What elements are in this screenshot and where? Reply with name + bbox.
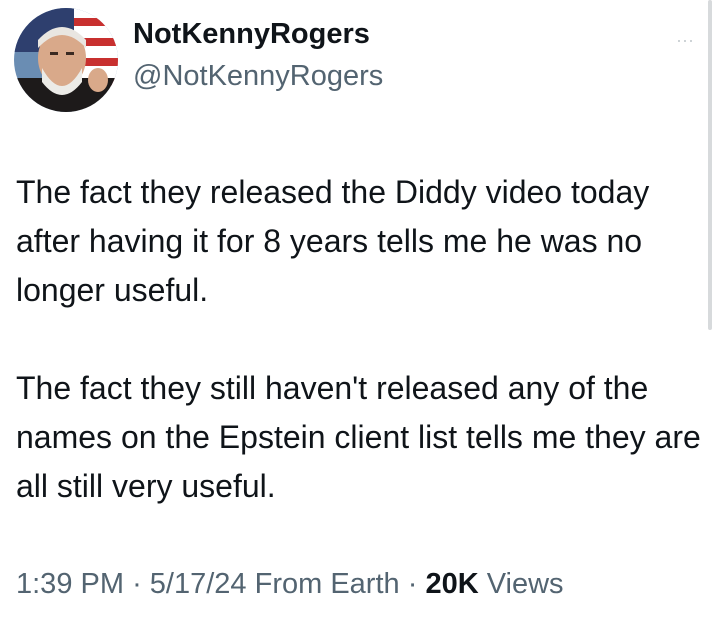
author-handle[interactable]: @NotKennyRogers <box>133 58 383 94</box>
avatar-image <box>14 8 118 112</box>
tweet-source: From Earth <box>254 568 400 600</box>
tweet-metadata: 1:39 PM · 5/17/24 From Earth · 20K Views <box>16 566 564 602</box>
views-label: Views <box>486 568 564 600</box>
tweet-paragraph: The fact they released the Diddy video t… <box>16 174 650 308</box>
meta-separator: · <box>407 568 418 600</box>
views-count: 20K <box>425 568 479 600</box>
tweet-time[interactable]: 1:39 PM <box>16 568 124 600</box>
more-options-icon[interactable]: ··· <box>676 30 694 51</box>
author-display-name[interactable]: NotKennyRogers <box>133 16 383 52</box>
meta-separator: · <box>132 568 142 600</box>
scrollbar[interactable] <box>708 0 712 330</box>
tweet-text: The fact they released the Diddy video t… <box>16 168 706 511</box>
tweet-paragraph: The fact they still haven't released any… <box>16 370 701 504</box>
tweet-date[interactable]: 5/17/24 <box>150 568 247 600</box>
avatar[interactable] <box>14 8 118 112</box>
tweet-views[interactable]: 20K Views <box>425 568 563 600</box>
author-block: NotKennyRogers @NotKennyRogers <box>133 16 383 94</box>
tweet-card: NotKennyRogers @NotKennyRogers ··· The f… <box>0 0 720 628</box>
